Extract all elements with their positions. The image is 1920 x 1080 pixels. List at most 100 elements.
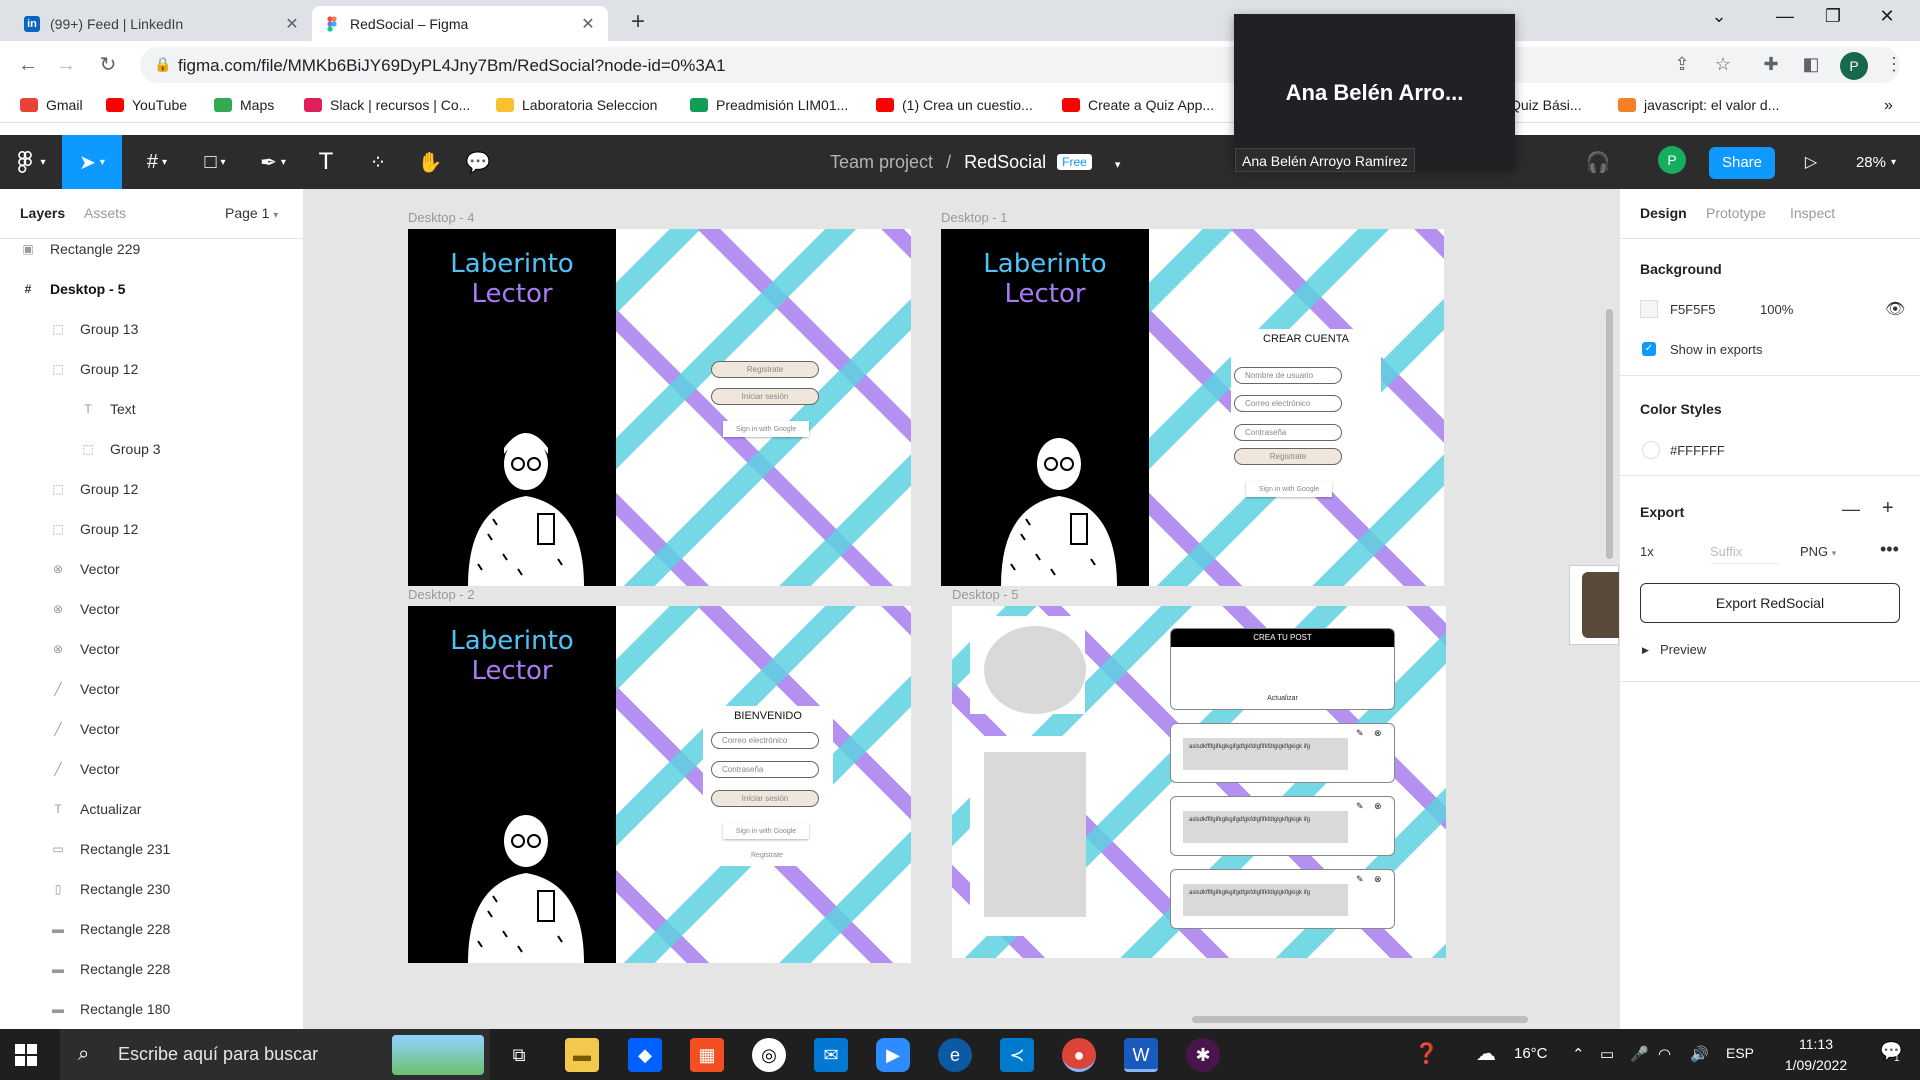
collaborator-avatar[interactable]: P	[1658, 146, 1686, 174]
bookmark-maps[interactable]: Maps	[214, 97, 274, 113]
file-explorer-icon[interactable]: ▬	[565, 1038, 599, 1072]
design-canvas[interactable]: Desktop - 4 Laberinto Lector Registrate I…	[304, 189, 1619, 1029]
tab-layers[interactable]: Layers	[20, 205, 65, 221]
temperature-label[interactable]: 16°C	[1514, 1045, 1548, 1062]
password-field[interactable]: Contraseña	[711, 761, 819, 778]
register-link[interactable]: Registrate	[751, 852, 783, 859]
layer-row[interactable]: ╱ Vector	[0, 709, 304, 749]
layer-row[interactable]: ⊗ Vector	[0, 589, 304, 629]
bookmark-star-icon[interactable]: ☆	[1711, 52, 1735, 76]
mail-icon[interactable]: ✉	[814, 1038, 848, 1072]
task-view-icon[interactable]: ⧉	[502, 1038, 536, 1072]
new-tab-button[interactable]: +	[624, 8, 652, 36]
shape-tool-icon[interactable]: □ ▾	[190, 135, 240, 189]
background-opacity-input[interactable]: 100%	[1760, 302, 1793, 317]
layer-row[interactable]: # Desktop - 5	[0, 269, 304, 309]
github-desktop-icon[interactable]: ◎	[752, 1038, 786, 1072]
comment-tool-icon[interactable]: 💬	[458, 135, 498, 189]
menu-dots-icon[interactable]: ⋮	[1882, 52, 1906, 76]
close-window-button[interactable]: ✕	[1864, 6, 1910, 27]
register-button[interactable]: Registrate	[1234, 448, 1342, 465]
frame-label-desktop-2[interactable]: Desktop - 2	[408, 587, 474, 602]
resources-tool-icon[interactable]: ⁘	[358, 135, 398, 189]
register-button[interactable]: Registrate	[711, 361, 819, 378]
delete-x-icon[interactable]: ⊗	[1374, 874, 1382, 885]
tab-prototype[interactable]: Prototype	[1706, 205, 1766, 221]
password-field[interactable]: Contraseña	[1234, 424, 1342, 441]
edit-pencil-icon[interactable]: ✎	[1356, 728, 1364, 739]
volume-icon[interactable]: 🔊	[1690, 1045, 1709, 1063]
export-suffix-input[interactable]: Suffix	[1710, 544, 1780, 564]
export-button[interactable]: Export RedSocial	[1640, 583, 1900, 623]
frame-label-desktop-5[interactable]: Desktop - 5	[952, 587, 1018, 602]
more-bookmarks-icon[interactable]: »	[1884, 97, 1893, 115]
export-scale-select[interactable]: 1x	[1640, 544, 1654, 559]
login-button[interactable]: Iniciar sesión	[711, 388, 819, 405]
help-tray-icon[interactable]: ❓	[1414, 1041, 1439, 1066]
network-device-icon[interactable]: ▭	[1600, 1045, 1614, 1063]
tab-inspect[interactable]: Inspect	[1790, 205, 1835, 221]
bookmark-quiz-basico[interactable]: Quiz Bási...	[1510, 97, 1582, 113]
offscreen-image-thumbnail[interactable]	[1569, 565, 1619, 645]
edit-pencil-icon[interactable]: ✎	[1356, 801, 1364, 812]
layer-row[interactable]: ▬ Rectangle 228	[0, 949, 304, 989]
frame-desktop-4[interactable]: Laberinto Lector Registrate Iniciar sesió…	[408, 229, 911, 586]
email-field[interactable]: Correo electrónico	[1234, 395, 1342, 412]
layer-row[interactable]: ⊗ Vector	[0, 629, 304, 669]
address-bar[interactable]: 🔒 figma.com/file/MMKb6BiJY69DyPL4Jny7Bm/…	[140, 47, 1900, 83]
show-in-exports-checkbox[interactable]: ✓	[1642, 342, 1656, 356]
maximize-button[interactable]: ❐	[1810, 6, 1856, 27]
update-button[interactable]: Actualizar	[1171, 695, 1394, 702]
frame-desktop-5[interactable]: CREA TU POST Actualizar aslsdkfflfgifkgl…	[952, 606, 1446, 958]
share-page-icon[interactable]: ⇪	[1670, 52, 1694, 76]
edit-pencil-icon[interactable]: ✎	[1356, 874, 1364, 885]
background-color-swatch[interactable]	[1640, 300, 1658, 318]
edge-icon[interactable]: e	[938, 1038, 972, 1072]
extensions-icon[interactable]: ✚	[1759, 52, 1783, 76]
layer-row[interactable]: ▬ Rectangle 228	[0, 909, 304, 949]
layer-row[interactable]: ╱ Vector	[0, 749, 304, 789]
frame-desktop-2[interactable]: Laberinto Lector BIENVENIDO Correo electr…	[408, 606, 911, 963]
pen-tool-icon[interactable]: ✒ ▾	[248, 135, 298, 189]
profile-avatar[interactable]: P	[1840, 52, 1868, 80]
word-icon[interactable]: W	[1124, 1038, 1158, 1072]
visibility-eye-icon[interactable]: 👁	[1885, 299, 1905, 319]
bookmark-slack[interactable]: Slack | recursos | Co...	[304, 97, 470, 113]
color-style-name[interactable]: #FFFFFF	[1670, 443, 1725, 458]
tab-linkedin[interactable]: in (99+) Feed | LinkedIn ✕	[12, 6, 312, 41]
layer-row[interactable]: ⬚ Group 12	[0, 349, 304, 389]
tab-assets[interactable]: Assets	[84, 205, 126, 221]
weather-cloud-icon[interactable]: ☁	[1476, 1041, 1496, 1066]
close-tab-icon[interactable]: ✕	[284, 14, 300, 34]
color-style-swatch[interactable]	[1642, 441, 1660, 459]
share-button[interactable]: Share	[1709, 147, 1775, 179]
show-hidden-icons-chevron[interactable]: ⌃	[1572, 1045, 1585, 1063]
frame-tool-icon[interactable]: # ▾	[132, 135, 182, 189]
figma-main-menu-icon[interactable]: ▾	[0, 135, 60, 189]
login-button[interactable]: Iniciar sesión	[711, 790, 819, 807]
layer-row[interactable]: ▬ Rectangle 180	[0, 989, 304, 1029]
minimize-button[interactable]: —	[1762, 6, 1808, 27]
forward-button[interactable]: →	[52, 51, 80, 79]
google-signin-button[interactable]: Sign in with Google	[723, 421, 809, 437]
delete-x-icon[interactable]: ⊗	[1374, 801, 1382, 812]
microsoft-store-icon[interactable]: ▦	[690, 1038, 724, 1072]
layer-row[interactable]: ⬚ Group 13	[0, 309, 304, 349]
preview-toggle[interactable]: Preview	[1660, 642, 1706, 657]
vscode-icon[interactable]: ≺	[1000, 1038, 1034, 1072]
google-signin-button[interactable]: Sign in with Google	[1246, 481, 1332, 497]
team-name[interactable]: Team project	[830, 152, 933, 172]
clock[interactable]: 11:13 1/09/2022	[1776, 1034, 1856, 1076]
windows-start-icon[interactable]	[14, 1043, 38, 1067]
frame-label-desktop-1[interactable]: Desktop - 1	[941, 210, 1007, 225]
bookmark-quiz-app[interactable]: Create a Quiz App...	[1062, 97, 1214, 113]
close-tab-icon[interactable]: ✕	[580, 14, 596, 34]
google-signin-button[interactable]: Sign in with Google	[723, 823, 809, 839]
export-settings-dots-icon[interactable]: •••	[1880, 539, 1899, 560]
text-tool-icon[interactable]: T	[306, 135, 346, 189]
taskbar-search[interactable]: ⌕ Escribe aquí para buscar	[60, 1029, 490, 1080]
url-text[interactable]: figma.com/file/MMKb6BiJY69DyPL4Jny7Bm/Re…	[178, 56, 726, 76]
language-indicator[interactable]: ESP	[1726, 1045, 1754, 1061]
canvas-vertical-scrollbar[interactable]	[1606, 309, 1613, 559]
layer-row[interactable]: ╱ Vector	[0, 669, 304, 709]
